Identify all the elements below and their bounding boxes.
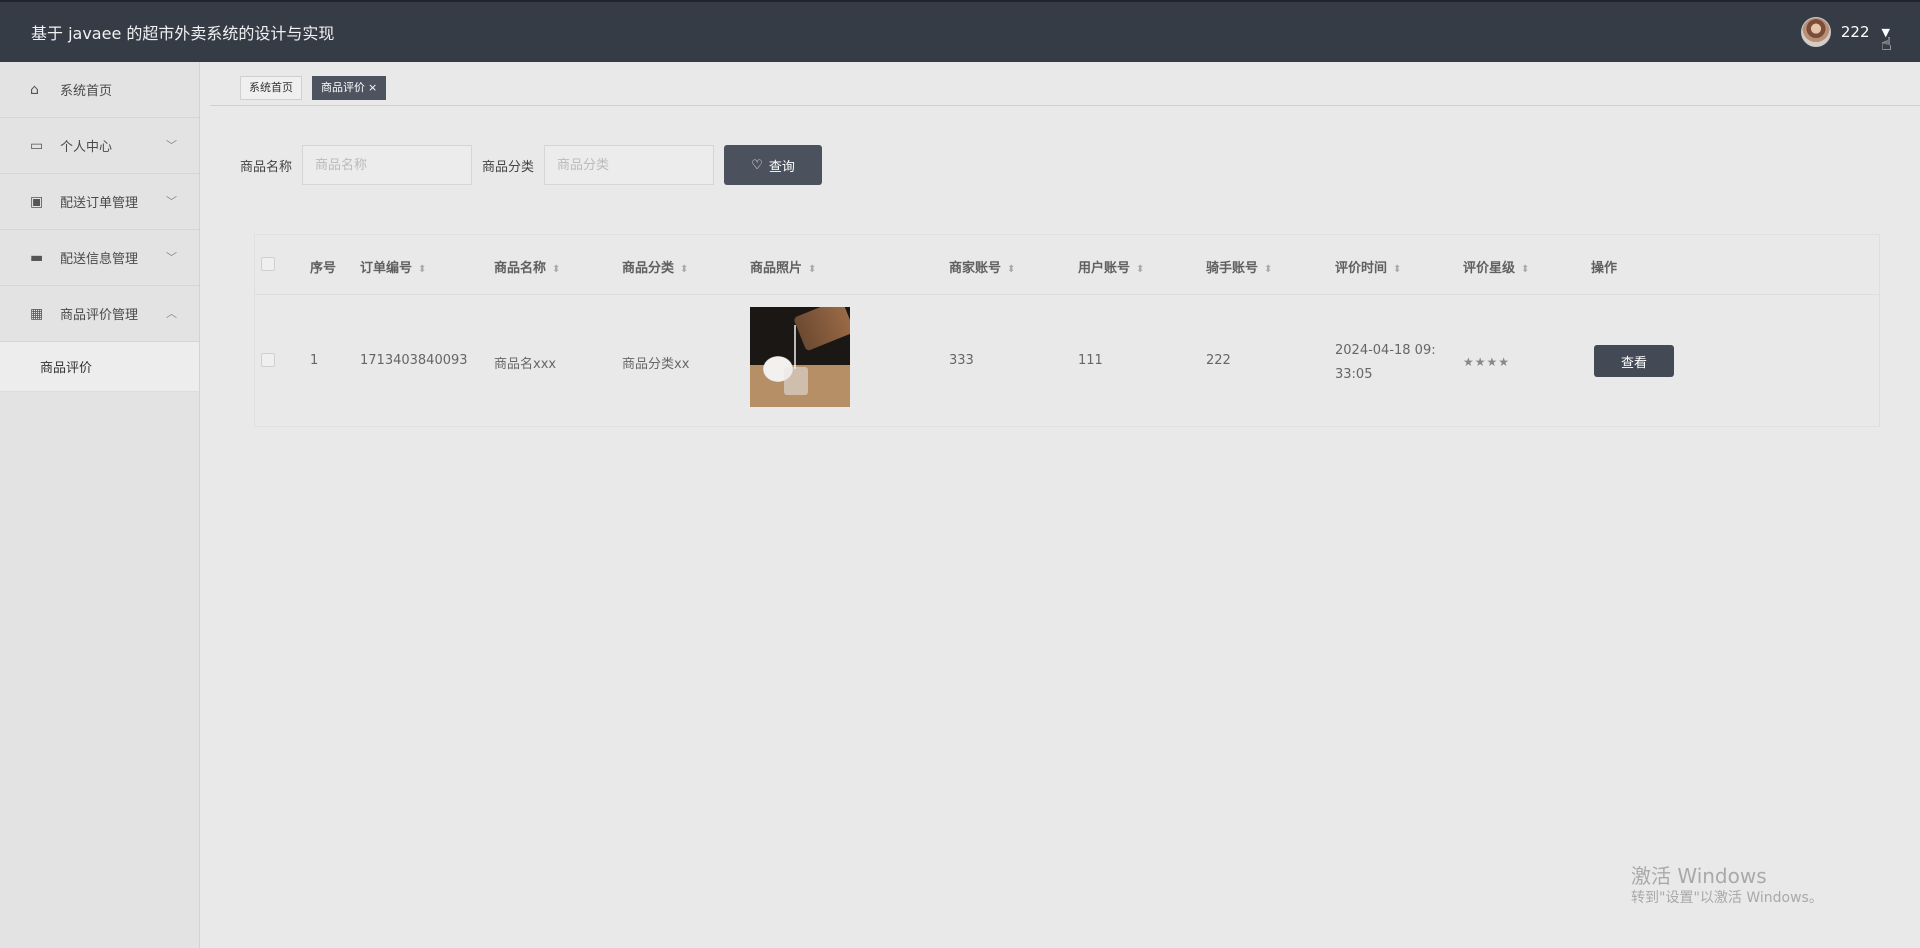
col-product-name[interactable]: 商品名称 ⬍ bbox=[494, 257, 560, 276]
row-index: 1 bbox=[310, 353, 319, 368]
chevron-down-icon[interactable]: ﹀ bbox=[166, 193, 177, 209]
activate-windows-hint: 转到"设置"以激活 Windows。 bbox=[1631, 890, 1823, 906]
heart-icon: ♡ bbox=[751, 157, 763, 173]
chevron-down-icon[interactable]: ﹀ bbox=[166, 249, 177, 265]
sort-icon: ⬍ bbox=[808, 264, 817, 275]
tab-label: 商品评价 bbox=[321, 81, 365, 94]
row-rider: 222 bbox=[1206, 353, 1231, 368]
calendar-icon: ▭ bbox=[30, 137, 44, 154]
col-stars[interactable]: 评价星级 ⬍ bbox=[1463, 257, 1529, 276]
row-review-time: 2024-04-18 09: 33:05 bbox=[1335, 343, 1436, 382]
row-user: 111 bbox=[1078, 353, 1103, 368]
printer-icon: ▬ bbox=[30, 249, 44, 266]
user-menu[interactable]: 222 ▼ bbox=[1800, 16, 1890, 48]
sort-icon: ⬍ bbox=[1136, 264, 1145, 275]
tab-home[interactable]: 系统首页 bbox=[240, 76, 302, 100]
home-icon: ⌂ bbox=[30, 81, 39, 98]
row-checkbox[interactable] bbox=[261, 353, 275, 367]
product-category-label: 商品分类 bbox=[482, 159, 535, 175]
activate-windows-title: 激活 Windows bbox=[1631, 864, 1767, 888]
hand-cursor-icon: ☝ bbox=[1881, 34, 1892, 55]
sidebar-item-product-reviews[interactable]: ▦ 商品评价管理 ︿ bbox=[0, 286, 199, 342]
col-category[interactable]: 商品分类 ⬍ bbox=[622, 257, 688, 276]
col-photo[interactable]: 商品照片 ⬍ bbox=[750, 257, 816, 276]
close-icon[interactable]: × bbox=[368, 81, 377, 94]
sidebar: ⌂ 系统首页 ▭ 个人中心 ﹀ ▣ 配送订单管理 ﹀ ▬ 配送信息管理 ﹀ ▦ … bbox=[0, 62, 200, 948]
sidebar-item-label: 商品评价管理 bbox=[60, 308, 139, 323]
col-review-time[interactable]: 评价时间 ⬍ bbox=[1335, 257, 1401, 276]
search-button[interactable]: ♡ 查询 bbox=[724, 145, 823, 185]
table-row: 1 1713403840093 商品名xxx 商品分类xx 333 111 22… bbox=[255, 295, 1879, 427]
sidebar-item-home[interactable]: ⌂ 系统首页 bbox=[0, 62, 199, 118]
submenu-item-product-review[interactable]: 商品评价 bbox=[0, 342, 199, 392]
grid-icon: ▦ bbox=[30, 305, 44, 322]
row-order-no: 1713403840093 bbox=[360, 353, 468, 368]
product-name-input[interactable] bbox=[302, 145, 473, 185]
sidebar-item-label: 配送信息管理 bbox=[60, 252, 139, 267]
sidebar-item-label: 配送订单管理 bbox=[60, 196, 139, 211]
sidebar-item-personal-center[interactable]: ▭ 个人中心 ﹀ bbox=[0, 118, 199, 174]
sidebar-item-label: 个人中心 bbox=[60, 140, 113, 155]
view-button[interactable]: 查看 bbox=[1594, 345, 1674, 377]
col-order-no[interactable]: 订单编号 ⬍ bbox=[360, 257, 426, 276]
tab-product-review[interactable]: 商品评价 × bbox=[312, 76, 387, 100]
sort-icon: ⬍ bbox=[552, 264, 561, 275]
chevron-down-icon[interactable]: ﹀ bbox=[166, 137, 177, 153]
row-product-name: 商品名xxx bbox=[494, 357, 557, 372]
sort-icon: ⬍ bbox=[1521, 264, 1530, 275]
view-button-cell: 查看 bbox=[1594, 345, 1674, 377]
product-name-label: 商品名称 bbox=[240, 159, 293, 175]
row-merchant: 333 bbox=[949, 353, 974, 368]
col-rider[interactable]: 骑手账号 ⬍ bbox=[1206, 257, 1272, 276]
sort-icon: ⬍ bbox=[418, 264, 427, 275]
select-all-checkbox[interactable] bbox=[261, 257, 275, 271]
username[interactable]: 222 bbox=[1841, 23, 1870, 41]
sort-icon: ⬍ bbox=[680, 264, 689, 275]
sort-icon: ⬍ bbox=[1264, 264, 1273, 275]
col-index: 序号 bbox=[310, 261, 337, 276]
clipboard-icon: ▣ bbox=[30, 193, 44, 210]
row-category: 商品分类xx bbox=[622, 357, 690, 372]
reviews-table: 序号 订单编号 ⬍ 商品名称 ⬍ 商品分类 ⬍ 商品照片 ⬍ 商家账号 ⬍ 用户账号 ⬍ 骑… bbox=[254, 234, 1880, 427]
tab-label: 系统首页 bbox=[249, 81, 293, 94]
chevron-up-icon[interactable]: ︿ bbox=[166, 305, 177, 321]
product-photo[interactable] bbox=[750, 307, 850, 407]
sidebar-item-label: 系统首页 bbox=[60, 84, 113, 99]
search-button-label: 查询 bbox=[768, 159, 795, 175]
app-title: 基于 javaee 的超市外卖系统的设计与实现 bbox=[31, 24, 335, 43]
top-header: 基于 javaee 的超市外卖系统的设计与实现 222 ▼ ☝ bbox=[0, 0, 1920, 62]
sort-icon: ⬍ bbox=[1393, 264, 1402, 275]
sidebar-item-delivery-orders[interactable]: ▣ 配送订单管理 ﹀ bbox=[0, 174, 199, 230]
avatar[interactable] bbox=[1800, 17, 1831, 47]
col-merchant[interactable]: 商家账号 ⬍ bbox=[949, 257, 1015, 276]
col-action: 操作 bbox=[1591, 261, 1618, 276]
row-stars: ★★★★ bbox=[1463, 355, 1511, 369]
search-bar: 商品名称 商品分类 ♡ 查询 bbox=[240, 145, 823, 185]
sidebar-item-delivery-info[interactable]: ▬ 配送信息管理 ﹀ bbox=[0, 230, 199, 286]
product-category-input[interactable] bbox=[544, 145, 715, 185]
sort-icon: ⬍ bbox=[1007, 264, 1016, 275]
table-header: 序号 订单编号 ⬍ 商品名称 ⬍ 商品分类 ⬍ 商品照片 ⬍ 商家账号 ⬍ 用户账号 ⬍ 骑… bbox=[255, 235, 1879, 295]
col-user[interactable]: 用户账号 ⬍ bbox=[1078, 257, 1144, 276]
tabs-bar: 系统首页 商品评价 × bbox=[210, 62, 1920, 106]
